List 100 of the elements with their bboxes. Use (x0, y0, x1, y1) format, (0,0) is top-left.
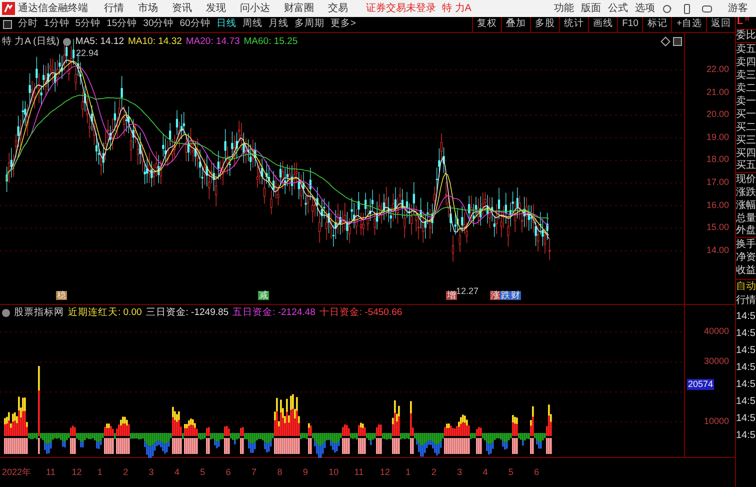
toolbar-button[interactable]: +自选 (671, 16, 706, 32)
date-label: 5 (200, 466, 206, 479)
period-tab[interactable]: 分时 (18, 17, 38, 32)
user-name[interactable]: 游客 (728, 1, 748, 16)
period-tab[interactable]: 更多> (330, 17, 356, 32)
left-mode-label[interactable]: L (737, 17, 744, 27)
menu-item[interactable]: 发现 (206, 1, 226, 16)
trade-time: 14:5 (736, 310, 756, 324)
menu-item[interactable]: 功能 (554, 1, 574, 16)
toolbar-button[interactable]: 画线 (588, 16, 618, 32)
price-tick: 18.00 (706, 155, 729, 164)
menu-item[interactable]: 行情 (104, 1, 124, 16)
event-marker: 涨 (490, 291, 501, 300)
app-logo-icon (2, 2, 15, 15)
quote-row-label: 买二 (736, 121, 756, 134)
date-label: 9 (302, 466, 309, 479)
menu-item[interactable]: 公式 (608, 1, 628, 16)
quote-row-label: 卖二 (736, 82, 756, 95)
date-label: 10 (328, 466, 340, 479)
menu-item[interactable]: 财富圈 (284, 1, 314, 16)
period-tab[interactable]: 1分钟 (44, 17, 70, 32)
price-tick: 22.00 (706, 65, 729, 74)
quote-row-label: 总量 (736, 212, 756, 225)
quote-row-label: 换手 (736, 238, 756, 251)
trade-time: 14:5 (736, 412, 756, 426)
date-label: 5 (508, 466, 514, 479)
chat-icon[interactable] (702, 4, 712, 14)
section-label: 自动 (736, 279, 756, 294)
indicator-name: 股票指标网 (14, 306, 64, 320)
period-tab[interactable]: 月线 (268, 17, 288, 32)
date-label: 2 (431, 466, 438, 479)
date-label: 2022年 (2, 466, 32, 479)
quote-row-label: 买四 (736, 147, 756, 160)
date-label: 3 (457, 466, 464, 479)
menu-item[interactable]: 问小达 (240, 1, 270, 16)
date-label: 4 (174, 466, 180, 479)
toolbar-button[interactable]: 返回 (706, 16, 735, 32)
toolbar-button[interactable]: 多股 (530, 16, 560, 32)
period-tab[interactable]: 日线 (216, 17, 236, 32)
period-tab[interactable]: 15分钟 (106, 17, 138, 32)
date-label: 7 (252, 466, 258, 479)
quote-row-label: 买三 (736, 134, 756, 147)
date-label: 11 (46, 466, 56, 479)
date-label: 1 (406, 466, 412, 479)
period-tab[interactable]: 60分钟 (180, 17, 210, 32)
login-notice[interactable]: 证券交易未登录 (366, 1, 436, 16)
price-tick: 19.00 (706, 132, 729, 142)
panel-toggle-icon[interactable] (3, 20, 12, 29)
chart-title: 特 力A (日线) (2, 35, 60, 49)
date-label: 2 (123, 466, 130, 479)
event-marker: 增 (446, 291, 457, 300)
menu-item[interactable]: 资讯 (172, 1, 192, 16)
period-tab[interactable]: 30分钟 (143, 17, 174, 32)
low-price-label: 12.27 (456, 285, 479, 298)
ma-value: MA60: 15.25 (244, 35, 298, 49)
price-tick: 14.00 (706, 246, 729, 255)
phone-icon[interactable] (682, 4, 692, 14)
date-label: 3 (148, 466, 155, 479)
app-title: 通达信金融终端 (18, 2, 88, 16)
toolbar-button[interactable]: 叠加 (501, 16, 530, 32)
cursor-value-label: 20574 (687, 379, 714, 390)
menu-item[interactable]: 交易 (328, 1, 348, 16)
toolbar-button[interactable]: 统计 (559, 16, 588, 32)
trade-time: 14:5 (736, 326, 756, 340)
menu-item[interactable]: 版面 (581, 1, 601, 16)
date-label: 8 (277, 466, 284, 479)
indicator-value: 五日资金: -2124.48 (232, 306, 316, 320)
ma-value: MA5: 14.12 (75, 35, 124, 49)
trade-time: 14:5 (736, 360, 756, 374)
price-tick: 21.00 (706, 88, 729, 97)
date-label: 4 (482, 466, 489, 479)
menu-item[interactable]: 市场 (138, 1, 158, 16)
toolbar-button[interactable]: 标记 (642, 16, 672, 32)
quote-row-label: 收益 (736, 264, 756, 277)
quote-row-label: 外盘 (736, 225, 756, 238)
event-marker: 稳 (56, 291, 67, 300)
period-tab[interactable]: 周线 (242, 17, 262, 32)
toolbar-button[interactable]: 复权 (472, 16, 502, 32)
indicator-value: 十日资金: -5450.66 (319, 306, 402, 320)
refresh-icon[interactable] (662, 4, 672, 14)
section-label: 行情 (736, 294, 756, 308)
date-label: 6 (226, 466, 232, 479)
date-label: 12 (380, 466, 391, 479)
event-marker: 财 (510, 291, 521, 300)
period-tab[interactable]: 多周期 (294, 17, 324, 32)
period-tab[interactable]: 5分钟 (75, 17, 101, 32)
quote-row-label: 买五 (736, 160, 756, 173)
indicator-tick: 10000 (704, 417, 729, 426)
price-tick: 20.00 (706, 110, 729, 120)
date-label: 1 (97, 466, 104, 479)
indicator-value: 近期连红天: 0.00 (68, 306, 142, 320)
date-label: 12 (72, 466, 83, 479)
quote-row-label: 卖三 (736, 69, 756, 82)
stock-name: 特 力A (442, 2, 472, 16)
menu-item[interactable]: 选项 (635, 1, 655, 16)
quote-row-label: 卖五 (736, 43, 756, 56)
panel-toggle-icon[interactable] (673, 37, 682, 46)
ma-value: MA20: 14.73 (186, 35, 240, 49)
quote-row-label: 涨幅 (736, 199, 756, 212)
toolbar-button[interactable]: F10 (617, 16, 642, 32)
